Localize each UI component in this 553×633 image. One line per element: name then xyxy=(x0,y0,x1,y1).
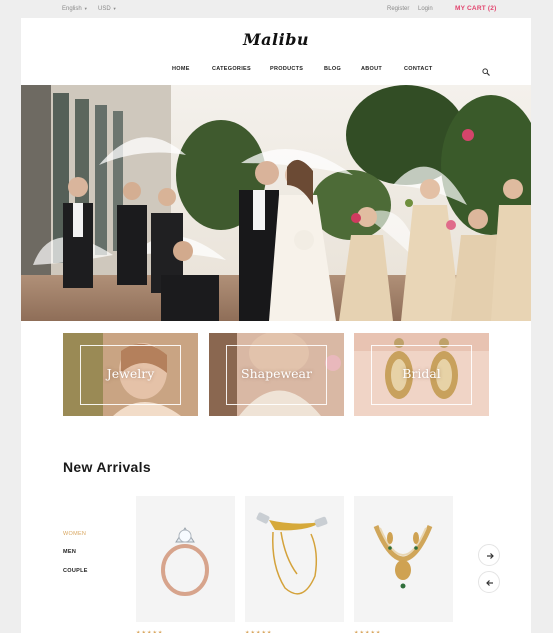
filter-women[interactable]: WOMEN xyxy=(63,531,86,537)
product-card-ring[interactable] xyxy=(136,496,235,622)
hero-image xyxy=(21,85,531,321)
nav-home[interactable]: HOME xyxy=(172,66,190,72)
language-selector[interactable]: English ▼ xyxy=(62,6,88,12)
category-bridal[interactable]: Bridal xyxy=(354,333,489,416)
category-label-shapewear: Shapewear xyxy=(241,366,312,381)
product-card-brooch[interactable] xyxy=(245,496,344,622)
login-link[interactable]: Login xyxy=(418,6,433,12)
ring-icon xyxy=(136,496,235,622)
brooch-icon xyxy=(245,496,344,622)
nav-about[interactable]: ABOUT xyxy=(361,66,382,72)
cart-link[interactable]: MY CART (2) xyxy=(455,5,496,12)
filter-men[interactable]: MEN xyxy=(63,549,76,555)
top-bar: English ▼ USD ▼ Register Login MY CART (2) xyxy=(0,0,553,18)
language-label: English xyxy=(62,6,82,12)
nav-contact[interactable]: CONTACT xyxy=(404,66,433,72)
site-logo[interactable]: Malibu xyxy=(21,30,531,49)
hero-banner xyxy=(21,85,531,321)
product-card-necklace[interactable] xyxy=(354,496,453,622)
category-shapewear[interactable]: Shapewear xyxy=(209,333,344,416)
category-label-jewelry: Jewelry xyxy=(106,366,155,381)
carousel-prev-button[interactable] xyxy=(478,571,500,593)
new-arrivals-heading: New Arrivals xyxy=(63,459,151,475)
currency-label: USD xyxy=(98,6,111,12)
necklace-icon xyxy=(354,496,453,622)
page-container: Malibu HOME CATEGORIES PRODUCTS BLOG ABO… xyxy=(21,18,531,633)
category-label-bridal: Bridal xyxy=(402,366,441,381)
filter-couple[interactable]: COUPLE xyxy=(63,568,88,574)
carousel-next-button[interactable] xyxy=(478,544,500,566)
register-link[interactable]: Register xyxy=(387,6,409,12)
nav-blog[interactable]: BLOG xyxy=(324,66,341,72)
chevron-down-icon: ▼ xyxy=(83,6,88,11)
arrow-left-icon xyxy=(486,580,493,586)
search-icon[interactable] xyxy=(482,63,490,76)
currency-selector[interactable]: USD ▼ xyxy=(98,6,117,12)
nav-products[interactable]: PRODUCTS xyxy=(270,66,303,72)
category-jewelry[interactable]: Jewelry xyxy=(63,333,198,416)
chevron-down-icon: ▼ xyxy=(112,6,117,11)
nav-categories[interactable]: CATEGORIES xyxy=(212,66,251,72)
arrow-right-icon xyxy=(487,553,494,559)
